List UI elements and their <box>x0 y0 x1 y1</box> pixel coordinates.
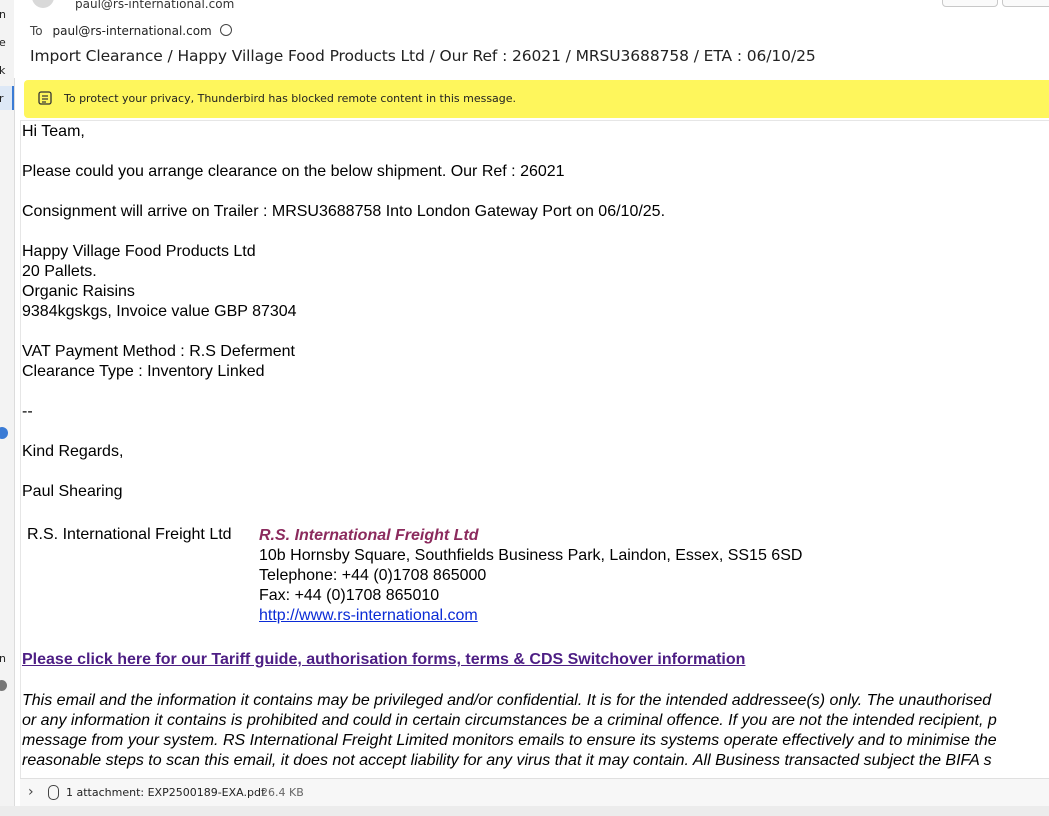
signature-logo-text: R.S. International Freight Ltd <box>27 526 232 543</box>
attachment-bar[interactable]: › 1 attachment: EXP2500189-EXA.pdf 26.4 … <box>20 778 1049 807</box>
regards: Kind Regards, <box>22 443 124 460</box>
unread-badge-icon <box>0 427 8 439</box>
signature-telephone: Telephone: +44 (0)1708 865000 <box>259 567 487 584</box>
status-dot-icon <box>0 680 7 691</box>
disclaimer-line: This email and the information it contai… <box>22 692 992 709</box>
disclaimer-line: reasonable steps to scan this email, it … <box>22 752 992 769</box>
greeting: Hi Team, <box>22 123 85 140</box>
message-header: paul@rs-international.com To paul@rs-int… <box>14 0 1049 78</box>
reply-button[interactable] <box>942 0 998 7</box>
sender-name: Paul Shearing <box>22 483 123 500</box>
attachment-name[interactable]: 1 attachment: EXP2500189-EXA.pdf <box>66 786 265 799</box>
to-label: To <box>30 24 43 38</box>
clearance-type: Clearance Type : Inventory Linked <box>22 363 265 380</box>
body-line: Consignment will arrive on Trailer : MRS… <box>22 203 666 220</box>
signature-fax: Fax: +44 (0)1708 865010 <box>259 587 440 604</box>
folder-pane-edge: n e k r n <box>0 0 15 816</box>
pallet-count: 20 Pallets. <box>22 263 97 280</box>
body-line: Please could you arrange clearance on th… <box>22 163 565 180</box>
attachment-size: 26.4 KB <box>261 786 304 799</box>
vat-method: VAT Payment Method : R.S Deferment <box>22 343 295 360</box>
pane-fragment: k <box>0 64 5 77</box>
consignee-name: Happy Village Food Products Ltd <box>22 243 256 260</box>
to-address[interactable]: paul@rs-international.com <box>52 24 211 38</box>
signature-block: R.S. International Freight Ltd 10b Horns… <box>259 526 802 626</box>
disclaimer-line: or any information it contains is prohib… <box>22 712 997 729</box>
status-bar <box>0 806 1049 816</box>
to-row: To paul@rs-international.com <box>30 23 232 38</box>
message-body: Hi Team, Please could you arrange cleara… <box>20 120 1049 781</box>
pane-fragment: r <box>0 92 4 105</box>
subject-line: Import Clearance / Happy Village Food Pr… <box>30 47 816 65</box>
remote-content-notification: To protect your privacy, Thunderbird has… <box>24 80 1049 118</box>
pane-fragment: n <box>0 652 6 665</box>
paperclip-icon <box>48 785 59 800</box>
weight-invoice: 9384kgskgs, Invoice value GBP 87304 <box>22 303 297 320</box>
more-actions-button[interactable] <box>1002 0 1049 7</box>
disclaimer-line: message from your system. RS Internation… <box>22 732 997 749</box>
signature-address: 10b Hornsby Square, Southfields Business… <box>259 547 803 564</box>
contact-icon[interactable] <box>219 24 232 36</box>
pane-fragment: e <box>0 36 6 49</box>
notification-text: To protect your privacy, Thunderbird has… <box>64 92 517 105</box>
separator: -- <box>22 403 33 420</box>
chevron-right-icon[interactable]: › <box>28 784 34 800</box>
website-link[interactable]: http://www.rs-international.com <box>259 606 802 626</box>
from-address[interactable]: paul@rs-international.com <box>75 0 234 11</box>
signature-company: R.S. International Freight Ltd <box>259 527 479 544</box>
blocked-content-icon <box>38 91 52 105</box>
sender-avatar <box>32 0 54 8</box>
product-name: Organic Raisins <box>22 283 135 300</box>
pane-fragment: n <box>0 8 6 21</box>
tariff-guide-link[interactable]: Please click here for our Tariff guide, … <box>22 651 745 669</box>
disclaimer: This email and the information it contai… <box>22 691 997 771</box>
